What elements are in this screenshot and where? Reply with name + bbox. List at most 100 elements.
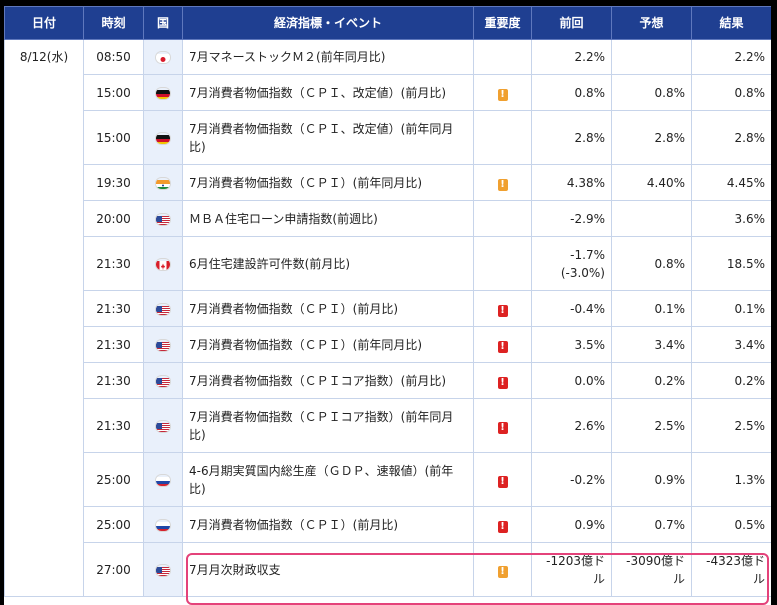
importance-high-icon: ! (497, 340, 508, 353)
result-value-cell: 0.1% (691, 290, 771, 327)
time-cell: 15:00 (83, 110, 144, 165)
event-name-cell[interactable]: 4-6月期実質国内総生産（ＧＤＰ、速報値）(前年比) (182, 452, 474, 507)
time-cell: 21:30 (83, 290, 144, 327)
country-cell (143, 452, 183, 507)
event-name-cell[interactable]: 7月消費者物価指数（ＣＰＩ）(前年同月比) (182, 164, 474, 201)
result-value-cell: 4.45% (691, 164, 771, 201)
importance-medium-icon: ! (497, 565, 508, 578)
us-flag-icon (156, 421, 170, 432)
forecast-value-cell: 2.5% (611, 398, 692, 453)
event-name-cell[interactable]: 7月消費者物価指数（ＣＰＩコア指数）(前年同月比) (182, 398, 474, 453)
time-cell: 21:30 (83, 326, 144, 363)
previous-value-cell: 2.8% (531, 110, 612, 165)
india-flag-icon (156, 178, 170, 189)
event-name-cell[interactable]: 7月月次財政収支 (182, 542, 474, 597)
table-row[interactable]: 19:30 7月消費者物価指数（ＣＰＩ）(前年同月比)! 4.38% 4.40% 4.4… (5, 164, 771, 201)
importance-high-icon: ! (497, 376, 508, 389)
forecast-value-cell: -3090億ドル (611, 542, 692, 597)
previous-value: -0.4% (570, 301, 605, 316)
table-row[interactable]: 25:00 4-6月期実質国内総生産（ＧＤＰ、速報値）(前年比)! -0.2% 0.9… (5, 452, 771, 507)
country-cell (143, 326, 183, 363)
column-header-importance[interactable]: 重要度 (473, 6, 532, 40)
previous-value-cell: 2.2% (531, 39, 612, 75)
importance-cell: ! (473, 542, 532, 597)
forecast-value-cell: 2.8% (611, 110, 692, 165)
event-name-cell[interactable]: 6月住宅建設許可件数(前月比) (182, 236, 474, 291)
previous-value: 2.6% (574, 418, 606, 433)
us-flag-icon (156, 340, 170, 351)
table-row[interactable]: 8/12(水) 08:50 7月マネーストックＭ２(前年同月比) 2.2% 2.2% (4, 39, 771, 597)
economic-calendar: 日付 時刻 国 経済指標・イベント 重要度 前回 予想 結果 8/12(水) 08… (4, 6, 771, 605)
event-name-cell[interactable]: ＭＢＡ住宅ローン申請指数(前週比) (182, 200, 474, 237)
time-cell: 27:00 (83, 542, 144, 597)
result-value-cell: 3.4% (691, 326, 771, 363)
previous-value: -2.9% (570, 211, 605, 226)
country-cell (143, 506, 183, 543)
previous-value: 0.0% (574, 373, 606, 388)
country-cell (143, 398, 183, 453)
importance-cell (473, 110, 532, 165)
event-name-cell[interactable]: 7月消費者物価指数（ＣＰＩ）(前年同月比) (182, 326, 474, 363)
importance-cell (473, 236, 532, 291)
importance-high-icon: ! (497, 421, 508, 434)
result-value-cell: 0.5% (691, 506, 771, 543)
forecast-value-cell (611, 39, 692, 75)
result-value-cell: 1.3% (691, 452, 771, 507)
event-name-cell[interactable]: 7月消費者物価指数（ＣＰＩ、改定値）(前月比) (182, 74, 474, 111)
table-row[interactable]: 27:00 7月月次財政収支! -1203億ドル -3090億ドル -4323億ドル (5, 542, 771, 597)
importance-medium-icon: ! (497, 178, 508, 191)
column-header-time[interactable]: 時刻 (83, 6, 144, 40)
country-cell (143, 236, 183, 291)
country-cell (143, 290, 183, 327)
previous-value: 3.5% (574, 337, 606, 352)
previous-value-cell: 2.6% (531, 398, 612, 453)
event-name-cell[interactable]: 7月消費者物価指数（ＣＰＩコア指数）(前月比) (182, 362, 474, 399)
table-row[interactable]: 21:30 7月消費者物価指数（ＣＰＩコア指数）(前年同月比)! 2.6% 2.5% 2… (5, 398, 771, 453)
previous-value-cell: 4.38% (531, 164, 612, 201)
forecast-value-cell: 3.4% (611, 326, 692, 363)
previous-value-cell: -1203億ドル (531, 542, 612, 597)
previous-value: 2.8% (574, 130, 606, 145)
previous-value-cell: -2.9% (531, 200, 612, 237)
column-header-date[interactable]: 日付 (4, 6, 84, 40)
country-cell (143, 200, 183, 237)
column-header-previous[interactable]: 前回 (531, 6, 612, 40)
column-header-forecast[interactable]: 予想 (611, 6, 692, 40)
table-row[interactable]: 21:30 7月消費者物価指数（ＣＰＩコア指数）(前月比)! 0.0% 0.2% 0.2… (5, 362, 771, 399)
event-name-cell[interactable]: 7月消費者物価指数（ＣＰＩ）(前月比) (182, 506, 474, 543)
forecast-value-cell: 0.1% (611, 290, 692, 327)
event-name-cell[interactable]: 7月消費者物価指数（ＣＰＩ、改定値）(前年同月比) (182, 110, 474, 165)
event-name-cell[interactable]: 7月マネーストックＭ２(前年同月比) (182, 39, 474, 75)
forecast-value-cell: 0.7% (611, 506, 692, 543)
table-row[interactable]: 15:00 7月消費者物価指数（ＣＰＩ、改定値）(前年同月比) 2.8% 2.8% 2.… (5, 110, 771, 165)
result-value-cell: 0.2% (691, 362, 771, 399)
table-row[interactable]: 20:00 ＭＢＡ住宅ローン申請指数(前週比) -2.9% 3.6% (5, 200, 771, 237)
table-header-row: 日付 時刻 国 経済指標・イベント 重要度 前回 予想 結果 (4, 6, 771, 40)
us-flag-icon (156, 214, 170, 225)
importance-cell (473, 200, 532, 237)
us-flag-icon (156, 565, 170, 576)
importance-high-icon: ! (497, 475, 508, 488)
table-row[interactable]: 25:00 7月消費者物価指数（ＣＰＩ）(前月比)! 0.9% 0.7% 0.5% (5, 506, 771, 543)
result-value-cell: 2.2% (691, 39, 771, 75)
column-header-result[interactable]: 結果 (691, 6, 771, 40)
event-name-cell[interactable]: 7月消費者物価指数（ＣＰＩ）(前月比) (182, 290, 474, 327)
importance-cell: ! (473, 398, 532, 453)
table-row[interactable]: 15:00 7月消費者物価指数（ＣＰＩ、改定値）(前月比)! 0.8% 0.8% 0.8… (5, 74, 771, 111)
importance-cell: ! (473, 326, 532, 363)
result-value-cell: -4323億ドル (691, 542, 771, 597)
table-row[interactable]: 21:30 6月住宅建設許可件数(前月比) -1.7% (-3.0%) 0.8% 18.… (5, 236, 771, 291)
table-row[interactable]: 21:30 7月消費者物価指数（ＣＰＩ）(前月比)! -0.4% 0.1% 0.1% (5, 290, 771, 327)
table-row[interactable]: 21:30 7月消費者物価指数（ＣＰＩ）(前年同月比)! 3.5% 3.4% 3.4% (5, 326, 771, 363)
time-cell: 21:30 (83, 236, 144, 291)
importance-high-icon: ! (497, 304, 508, 317)
time-cell: 21:30 (83, 362, 144, 399)
forecast-value-cell: 0.8% (611, 74, 692, 111)
column-header-event[interactable]: 経済指標・イベント (182, 6, 474, 40)
russia-flag-icon (156, 475, 170, 486)
column-header-country[interactable]: 国 (143, 6, 183, 40)
time-cell: 20:00 (83, 200, 144, 237)
time-cell: 25:00 (83, 506, 144, 543)
previous-value-cell: 0.0% (531, 362, 612, 399)
previous-value-cell: -0.2% (531, 452, 612, 507)
